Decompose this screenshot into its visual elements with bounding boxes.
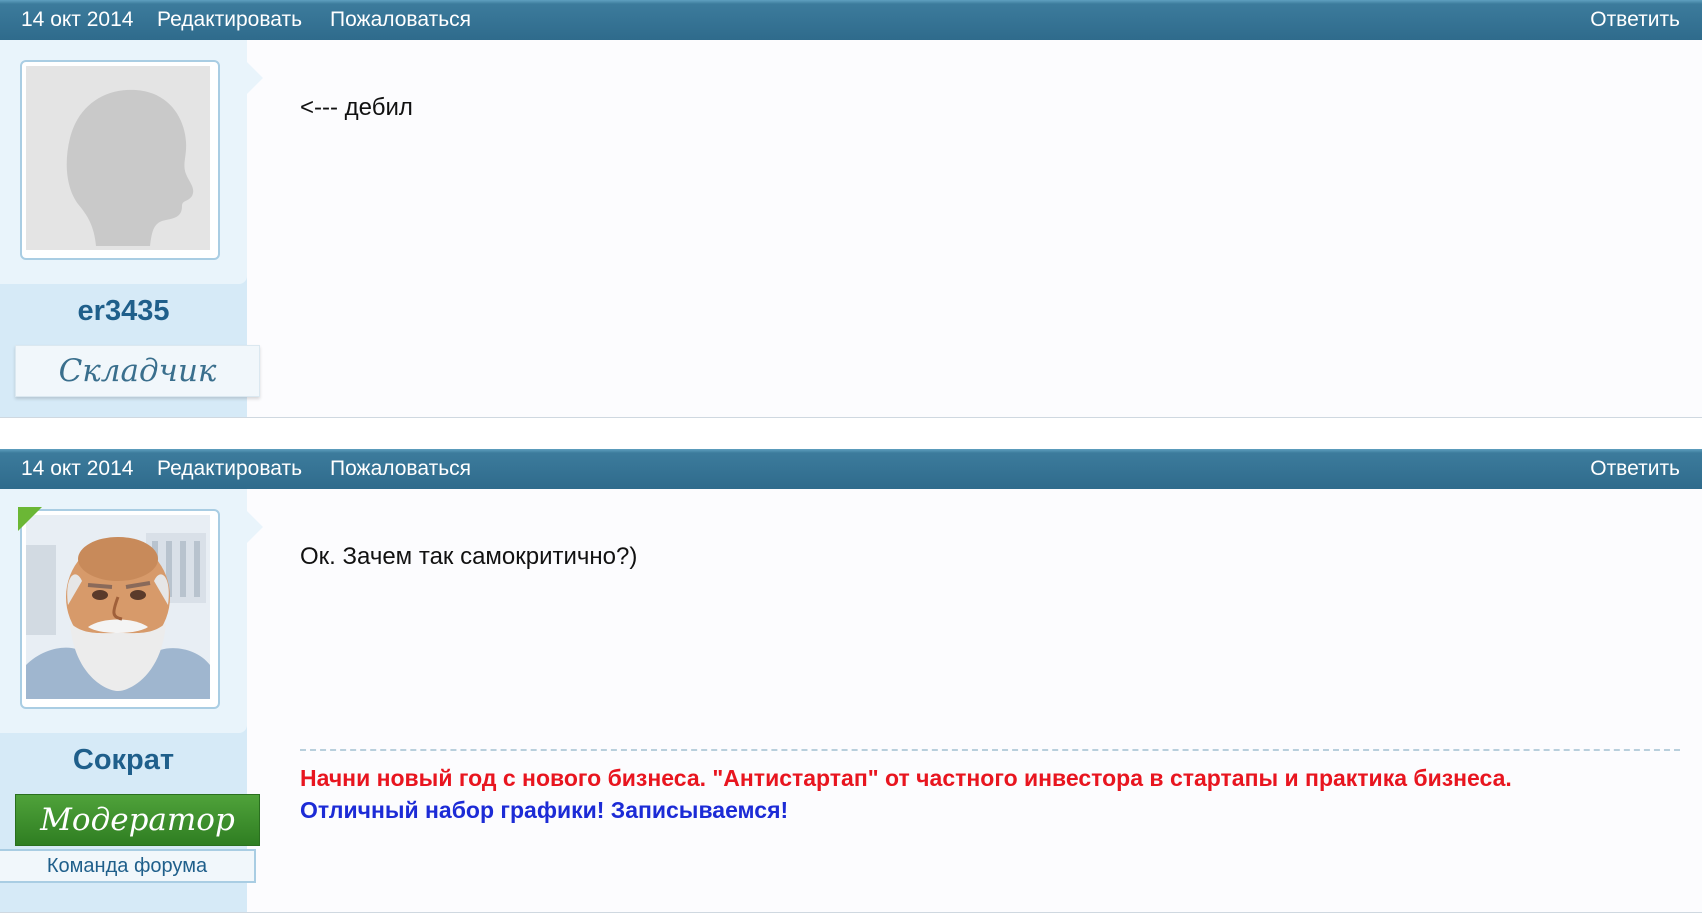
silhouette-avatar-icon <box>26 66 210 250</box>
avatar-pointer <box>247 62 263 94</box>
post-divider <box>0 418 1702 449</box>
reply-link[interactable]: Ответить <box>1590 449 1680 489</box>
avatar[interactable] <box>20 509 220 709</box>
signature-divider <box>300 749 1680 751</box>
post-message: <--- дебил <box>300 94 413 121</box>
post-date[interactable]: 14 окт 2014 <box>21 449 133 489</box>
signature-link-line1[interactable]: Начни новый год с нового бизнеса. "Антис… <box>300 765 1512 792</box>
forum-post: 14 окт 2014 Редактировать Пожаловаться О… <box>0 0 1702 418</box>
avatar[interactable] <box>20 60 220 260</box>
edit-link[interactable]: Редактировать <box>157 0 302 40</box>
post-header: 14 окт 2014 Редактировать Пожаловаться О… <box>0 449 1702 489</box>
user-rank-banner: Модератор <box>15 794 260 846</box>
report-link[interactable]: Пожаловаться <box>330 0 471 40</box>
avatar-pointer <box>247 511 263 543</box>
username[interactable]: Сократ <box>0 744 247 777</box>
online-status-badge <box>18 507 42 531</box>
reply-link[interactable]: Ответить <box>1590 0 1680 40</box>
post-message: Ок. Зачем так самокритично?) <box>300 543 638 570</box>
post-header: 14 окт 2014 Редактировать Пожаловаться О… <box>0 0 1702 40</box>
socrates-avatar-icon <box>26 515 210 699</box>
edit-link[interactable]: Редактировать <box>157 449 302 489</box>
username[interactable]: er3435 <box>0 295 247 328</box>
post-date[interactable]: 14 окт 2014 <box>21 0 133 40</box>
user-sidebar: er3435 Складчик <box>0 40 263 417</box>
team-label: Команда форума <box>0 849 256 883</box>
signature-link-line2[interactable]: Отличный набор графики! Записываемся! <box>300 797 788 824</box>
avatar-container <box>0 40 247 284</box>
report-link[interactable]: Пожаловаться <box>330 449 471 489</box>
user-sidebar: Сократ Модератор Команда форума <box>0 489 263 912</box>
forum-post: 14 окт 2014 Редактировать Пожаловаться О… <box>0 449 1702 913</box>
user-rank-banner: Складчик <box>15 345 260 397</box>
